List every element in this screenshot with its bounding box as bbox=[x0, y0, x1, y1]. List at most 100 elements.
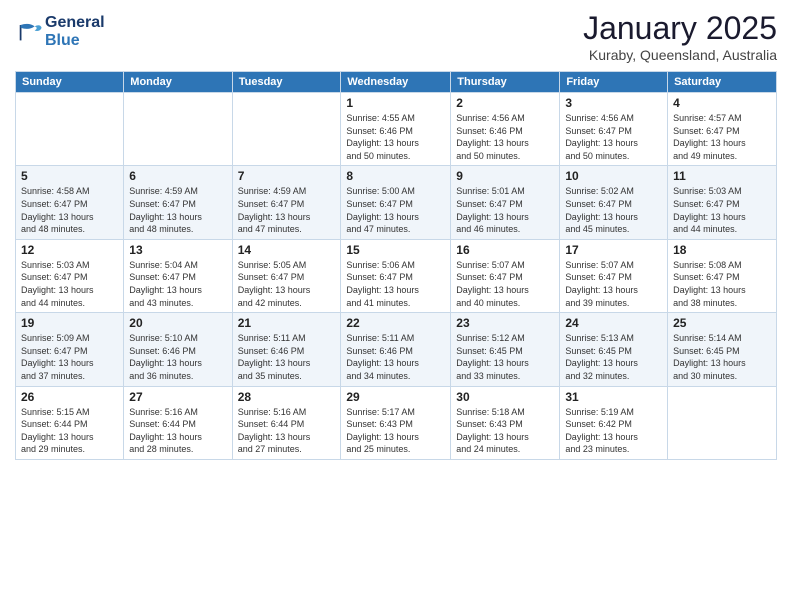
calendar-cell: 30Sunrise: 5:18 AMSunset: 6:43 PMDayligh… bbox=[451, 386, 560, 459]
header-friday: Friday bbox=[560, 72, 668, 93]
day-info: Sunrise: 4:56 AMSunset: 6:46 PMDaylight:… bbox=[456, 112, 554, 162]
day-info: Sunrise: 5:11 AMSunset: 6:46 PMDaylight:… bbox=[346, 332, 445, 382]
calendar-cell: 26Sunrise: 5:15 AMSunset: 6:44 PMDayligh… bbox=[16, 386, 124, 459]
day-number: 17 bbox=[565, 243, 662, 257]
day-number: 12 bbox=[21, 243, 118, 257]
calendar-cell: 3 Sunrise: 4:56 AMSunset: 6:47 PMDaylight… bbox=[560, 93, 668, 166]
day-number: 8 bbox=[346, 169, 445, 183]
day-number: 21 bbox=[238, 316, 336, 330]
day-number: 9 bbox=[456, 169, 554, 183]
day-info: Sunrise: 5:12 AMSunset: 6:45 PMDaylight:… bbox=[456, 332, 554, 382]
title-area: January 2025 Kuraby, Queensland, Austral… bbox=[583, 10, 777, 63]
logo-text: General Blue bbox=[45, 14, 105, 50]
calendar-cell bbox=[232, 93, 341, 166]
header: General Blue January 2025 Kuraby, Queens… bbox=[15, 10, 777, 63]
header-sunday: Sunday bbox=[16, 72, 124, 93]
calendar-cell: 29 Sunrise: 5:17 AMSunset: 6:43 PMDayligh… bbox=[341, 386, 451, 459]
calendar-cell: 24 Sunrise: 5:13 AMSunset: 6:45 PMDayligh… bbox=[560, 313, 668, 386]
calendar-cell: 6Sunrise: 4:59 AMSunset: 6:47 PMDaylight… bbox=[124, 166, 232, 239]
day-info: Sunrise: 5:16 AMSunset: 6:44 PMDaylight:… bbox=[129, 406, 226, 456]
day-number: 19 bbox=[21, 316, 118, 330]
day-info: Sunrise: 5:17 AMSunset: 6:43 PMDaylight:… bbox=[346, 406, 445, 456]
day-number: 22 bbox=[346, 316, 445, 330]
week-row-1: 1Sunrise: 4:55 AMSunset: 6:46 PMDaylight… bbox=[16, 93, 777, 166]
day-info: Sunrise: 4:57 AMSunset: 6:47 PMDaylight:… bbox=[673, 112, 771, 162]
day-number: 2 bbox=[456, 96, 554, 110]
day-info: Sunrise: 4:59 AMSunset: 6:47 PMDaylight:… bbox=[238, 185, 336, 235]
calendar-cell: 25Sunrise: 5:14 AMSunset: 6:45 PMDayligh… bbox=[668, 313, 777, 386]
day-number: 25 bbox=[673, 316, 771, 330]
day-number: 14 bbox=[238, 243, 336, 257]
calendar-cell: 8 Sunrise: 5:00 AMSunset: 6:47 PMDaylight… bbox=[341, 166, 451, 239]
day-number: 5 bbox=[21, 169, 118, 183]
week-row-5: 26Sunrise: 5:15 AMSunset: 6:44 PMDayligh… bbox=[16, 386, 777, 459]
calendar-cell: 19Sunrise: 5:09 AMSunset: 6:47 PMDayligh… bbox=[16, 313, 124, 386]
day-info: Sunrise: 5:11 AMSunset: 6:46 PMDaylight:… bbox=[238, 332, 336, 382]
day-number: 3 bbox=[565, 96, 662, 110]
header-wednesday: Wednesday bbox=[341, 72, 451, 93]
calendar-cell: 17 Sunrise: 5:07 AMSunset: 6:47 PMDayligh… bbox=[560, 239, 668, 312]
day-info: Sunrise: 4:58 AMSunset: 6:47 PMDaylight:… bbox=[21, 185, 118, 235]
location-title: Kuraby, Queensland, Australia bbox=[583, 47, 777, 63]
day-number: 6 bbox=[129, 169, 226, 183]
calendar-cell: 2 Sunrise: 4:56 AMSunset: 6:46 PMDaylight… bbox=[451, 93, 560, 166]
day-number: 31 bbox=[565, 390, 662, 404]
calendar-cell: 23 Sunrise: 5:12 AMSunset: 6:45 PMDayligh… bbox=[451, 313, 560, 386]
calendar-cell: 15Sunrise: 5:06 AMSunset: 6:47 PMDayligh… bbox=[341, 239, 451, 312]
calendar-cell: 9Sunrise: 5:01 AMSunset: 6:47 PMDaylight… bbox=[451, 166, 560, 239]
calendar-cell: 21 Sunrise: 5:11 AMSunset: 6:46 PMDayligh… bbox=[232, 313, 341, 386]
calendar-cell: 13Sunrise: 5:04 AMSunset: 6:47 PMDayligh… bbox=[124, 239, 232, 312]
week-row-2: 5 Sunrise: 4:58 AMSunset: 6:47 PMDaylight… bbox=[16, 166, 777, 239]
day-info: Sunrise: 5:02 AMSunset: 6:47 PMDaylight:… bbox=[565, 185, 662, 235]
day-info: Sunrise: 5:06 AMSunset: 6:47 PMDaylight:… bbox=[346, 259, 445, 309]
calendar-cell: 18 Sunrise: 5:08 AMSunset: 6:47 PMDayligh… bbox=[668, 239, 777, 312]
day-number: 18 bbox=[673, 243, 771, 257]
day-number: 24 bbox=[565, 316, 662, 330]
week-row-3: 12 Sunrise: 5:03 AMSunset: 6:47 PMDayligh… bbox=[16, 239, 777, 312]
calendar: Sunday Monday Tuesday Wednesday Thursday… bbox=[15, 71, 777, 460]
day-number: 16 bbox=[456, 243, 554, 257]
calendar-cell: 5 Sunrise: 4:58 AMSunset: 6:47 PMDaylight… bbox=[16, 166, 124, 239]
page: General Blue January 2025 Kuraby, Queens… bbox=[0, 0, 792, 612]
calendar-cell: 4Sunrise: 4:57 AMSunset: 6:47 PMDaylight… bbox=[668, 93, 777, 166]
header-thursday: Thursday bbox=[451, 72, 560, 93]
day-number: 28 bbox=[238, 390, 336, 404]
day-number: 23 bbox=[456, 316, 554, 330]
calendar-cell: 1Sunrise: 4:55 AMSunset: 6:46 PMDaylight… bbox=[341, 93, 451, 166]
calendar-cell: 7Sunrise: 4:59 AMSunset: 6:47 PMDaylight… bbox=[232, 166, 341, 239]
week-row-4: 19Sunrise: 5:09 AMSunset: 6:47 PMDayligh… bbox=[16, 313, 777, 386]
calendar-cell: 11Sunrise: 5:03 AMSunset: 6:47 PMDayligh… bbox=[668, 166, 777, 239]
day-info: Sunrise: 5:08 AMSunset: 6:47 PMDaylight:… bbox=[673, 259, 771, 309]
calendar-cell: 10 Sunrise: 5:02 AMSunset: 6:47 PMDayligh… bbox=[560, 166, 668, 239]
day-info: Sunrise: 5:16 AMSunset: 6:44 PMDaylight:… bbox=[238, 406, 336, 456]
day-number: 20 bbox=[129, 316, 226, 330]
calendar-cell bbox=[668, 386, 777, 459]
day-info: Sunrise: 5:03 AMSunset: 6:47 PMDaylight:… bbox=[21, 259, 118, 309]
day-info: Sunrise: 5:13 AMSunset: 6:45 PMDaylight:… bbox=[565, 332, 662, 382]
day-info: Sunrise: 5:00 AMSunset: 6:47 PMDaylight:… bbox=[346, 185, 445, 235]
day-info: Sunrise: 5:07 AMSunset: 6:47 PMDaylight:… bbox=[565, 259, 662, 309]
calendar-cell bbox=[16, 93, 124, 166]
calendar-cell: 28 Sunrise: 5:16 AMSunset: 6:44 PMDayligh… bbox=[232, 386, 341, 459]
calendar-cell: 12 Sunrise: 5:03 AMSunset: 6:47 PMDayligh… bbox=[16, 239, 124, 312]
calendar-cell: 31Sunrise: 5:19 AMSunset: 6:42 PMDayligh… bbox=[560, 386, 668, 459]
logo: General Blue bbox=[15, 14, 105, 50]
day-number: 27 bbox=[129, 390, 226, 404]
day-info: Sunrise: 5:07 AMSunset: 6:47 PMDaylight:… bbox=[456, 259, 554, 309]
day-info: Sunrise: 5:05 AMSunset: 6:47 PMDaylight:… bbox=[238, 259, 336, 309]
day-info: Sunrise: 5:04 AMSunset: 6:47 PMDaylight:… bbox=[129, 259, 226, 309]
month-title: January 2025 bbox=[583, 10, 777, 47]
day-info: Sunrise: 4:55 AMSunset: 6:46 PMDaylight:… bbox=[346, 112, 445, 162]
day-number: 11 bbox=[673, 169, 771, 183]
weekday-header-row: Sunday Monday Tuesday Wednesday Thursday… bbox=[16, 72, 777, 93]
calendar-cell: 20Sunrise: 5:10 AMSunset: 6:46 PMDayligh… bbox=[124, 313, 232, 386]
header-tuesday: Tuesday bbox=[232, 72, 341, 93]
day-info: Sunrise: 4:56 AMSunset: 6:47 PMDaylight:… bbox=[565, 112, 662, 162]
day-number: 29 bbox=[346, 390, 445, 404]
header-saturday: Saturday bbox=[668, 72, 777, 93]
day-info: Sunrise: 5:15 AMSunset: 6:44 PMDaylight:… bbox=[21, 406, 118, 456]
day-number: 10 bbox=[565, 169, 662, 183]
calendar-cell: 14 Sunrise: 5:05 AMSunset: 6:47 PMDayligh… bbox=[232, 239, 341, 312]
day-number: 30 bbox=[456, 390, 554, 404]
logo-icon bbox=[15, 18, 43, 46]
